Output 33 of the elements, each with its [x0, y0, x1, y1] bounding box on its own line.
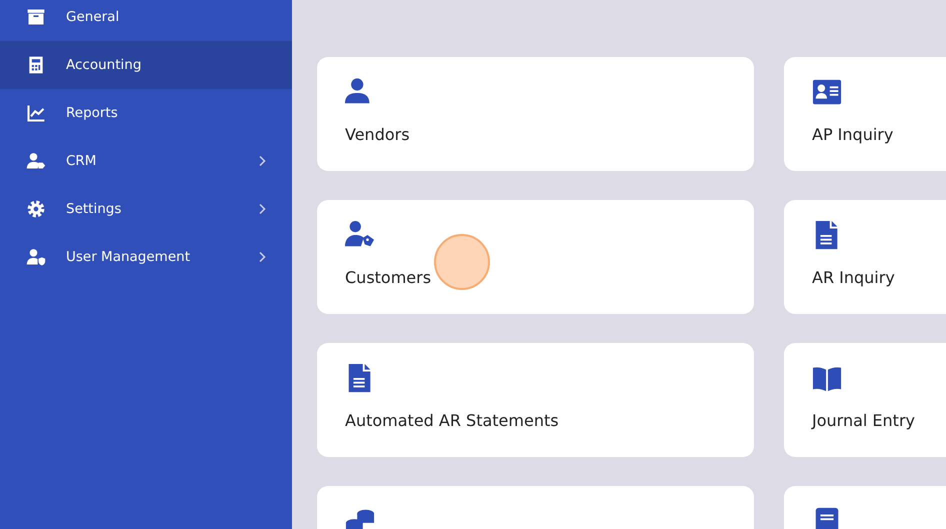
archive-box-icon [26, 7, 46, 27]
sidebar-item[interactable]: CRM [0, 137, 292, 185]
menu-card[interactable]: AP Inquiry [784, 57, 946, 171]
sidebar-item[interactable]: Accounting [0, 41, 292, 89]
menu-card[interactable]: Journal Entry [784, 343, 946, 457]
sidebar-item[interactable]: Settings [0, 185, 292, 233]
chevron-right-icon [258, 203, 266, 215]
sidebar-item-label: Reports [66, 105, 119, 121]
sidebar-item-label: Settings [66, 201, 122, 217]
id-card-icon [812, 77, 842, 107]
chevron-right-icon [258, 251, 266, 263]
sidebar-item-label: CRM [66, 153, 98, 169]
card-label: Customers [345, 268, 432, 287]
card-label: Journal Entry [812, 411, 915, 430]
menu-card[interactable]: Automated AR Statements [317, 343, 754, 457]
card-label: Automated AR Statements [345, 411, 559, 430]
menu-card[interactable]: AR Inquiry [784, 200, 946, 314]
sidebar-item-label: Accounting [66, 57, 142, 73]
menu-card[interactable]: Vendors [317, 57, 754, 171]
sidebar-item-label: User Management [66, 249, 191, 265]
line-chart-icon [26, 103, 46, 123]
menu-card[interactable]: Customers [317, 200, 754, 314]
card-label: Vendors [345, 125, 410, 144]
sidebar-item-label: General [66, 9, 120, 25]
sidebar-item[interactable]: Reports [0, 89, 292, 137]
settings-icon [26, 199, 46, 219]
user-tag-icon [26, 151, 46, 171]
card-label: AP Inquiry [812, 125, 894, 144]
sidebar-item[interactable]: General [0, 0, 292, 41]
sidebar-item[interactable]: User Management [0, 233, 292, 281]
chevron-right-icon [258, 155, 266, 167]
card-label: AR Inquiry [812, 268, 895, 287]
user-shield-icon [26, 247, 46, 267]
